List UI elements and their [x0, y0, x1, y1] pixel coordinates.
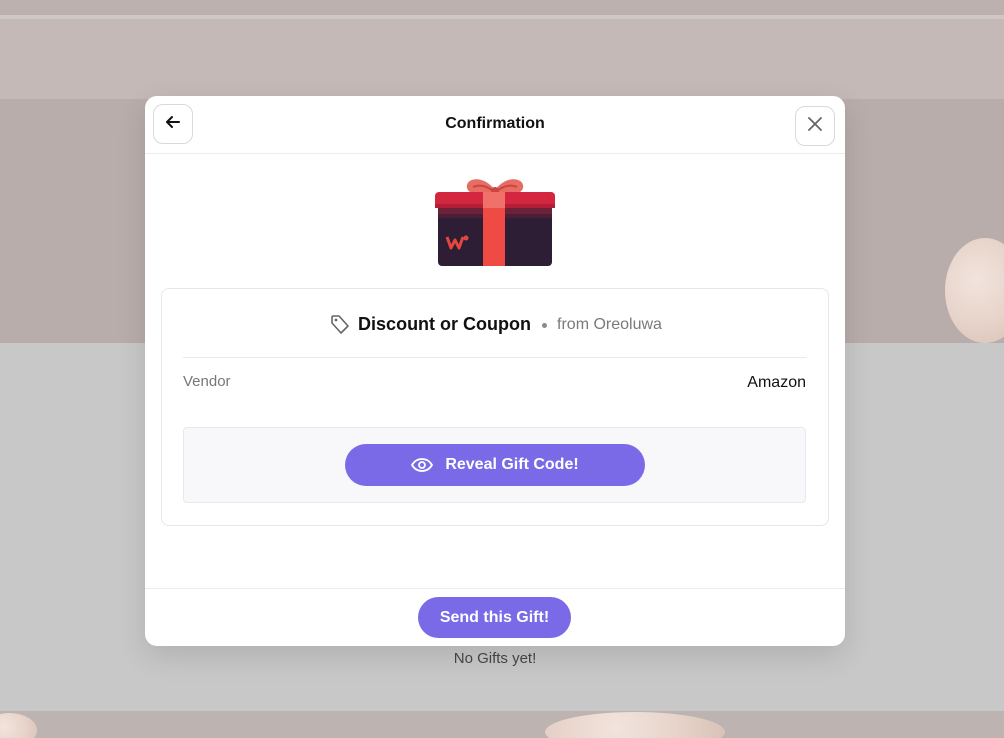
eye-icon [411, 458, 434, 472]
close-icon [807, 116, 823, 137]
gift-code-area: Reveal Gift Code! [183, 427, 806, 503]
modal-title: Confirmation [445, 115, 545, 132]
page-footer [0, 711, 1004, 738]
vendor-label: Vendor [183, 373, 231, 390]
reveal-gift-code-button[interactable]: Reveal Gift Code! [345, 444, 645, 486]
gift-details-card: Discount or Coupon from Oreoluwa Vendor … [161, 288, 829, 526]
gift-box-illustration [433, 174, 557, 273]
tag-icon [330, 313, 350, 335]
page-header [0, 19, 1004, 99]
empty-state-text: No Gifts yet! [453, 650, 537, 667]
modal-footer: Send this Gift! [145, 588, 845, 646]
card-divider [183, 357, 807, 358]
gift-type: Discount or Coupon [358, 313, 532, 334]
gift-sender: from Oreoluwa [557, 316, 662, 333]
page-topbar [0, 0, 1004, 15]
reveal-gift-code-label: Reveal Gift Code! [445, 456, 579, 473]
confirmation-modal: Confirmation Discount or Coupon from Ore… [145, 96, 845, 646]
separator-dot [542, 322, 548, 328]
send-gift-button[interactable]: Send this Gift! [418, 597, 571, 638]
gift-type-row: Discount or Coupon from Oreoluwa [162, 309, 830, 339]
close-button[interactable] [795, 106, 835, 146]
vendor-value: Amazon [747, 374, 806, 391]
modal-header: Confirmation [145, 96, 845, 154]
